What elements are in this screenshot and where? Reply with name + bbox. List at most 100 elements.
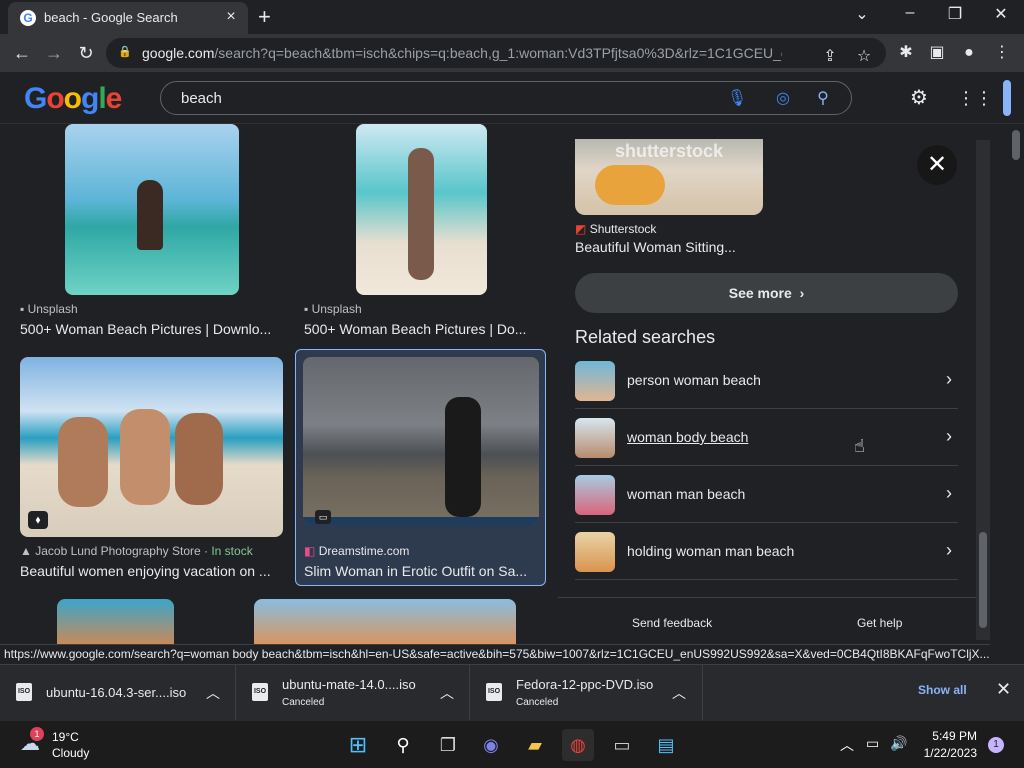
volume-icon[interactable]: 🔊 [890,735,907,752]
browser-toolbar: ← → ↻ 🔒 google.com/search?q=beach&tbm=is… [0,34,1024,72]
figure-shape [120,409,170,505]
result-source-2[interactable]: ▪ Unsplash [304,302,362,316]
tag-icon: ⬧ [28,511,48,529]
download-item[interactable]: ISO ubuntu-16.04.3-ser....iso ︿ [0,665,236,721]
preview-title[interactable]: Beautiful Woman Sitting... [575,239,875,255]
close-panel-icon[interactable]: ✕ [917,145,957,185]
related-item[interactable]: woman body beach › [575,410,958,466]
page-scrollbar-thumb[interactable] [1012,130,1020,160]
chevron-right-icon: › [946,540,952,560]
close-window-button[interactable]: ✕ [981,4,1021,24]
minimize-button[interactable]: – [890,4,930,22]
result-source-3[interactable]: ▲ Jacob Lund Photography Store · In stoc… [20,544,253,558]
chevron-right-icon: › [946,483,952,503]
figure-shape [58,417,108,507]
tab-search-icon[interactable]: ⌄ [842,4,882,24]
figure-shape [408,148,434,280]
share-icon[interactable]: ⇪ [818,45,842,69]
related-label: person woman beach [627,372,761,388]
search-icon[interactable]: ⚲ [387,729,419,761]
address-bar[interactable]: 🔒 google.com/search?q=beach&tbm=isch&chi… [106,38,886,68]
result-image-4[interactable]: ▭ [303,357,539,525]
profile-icon[interactable]: ● [957,41,981,65]
result-image-1[interactable] [65,124,239,295]
weather-badge: 1 [30,727,44,741]
teams-chat-icon[interactable]: ◉ [475,729,507,761]
chevron-up-icon[interactable]: ︿ [206,683,220,703]
result-source-4[interactable]: ◧ Dreamstime.com [304,544,409,558]
task-view-icon[interactable]: ❐ [432,729,464,761]
result-source-1[interactable]: ▪ Unsplash [20,302,78,316]
result-title-4[interactable]: Slim Woman in Erotic Outfit on Sa... [304,563,530,579]
back-icon[interactable]: ← [10,41,34,65]
settings-gear-icon[interactable]: ⚙ [907,86,931,110]
figure-shape [137,180,163,250]
close-downloads-icon[interactable]: ✕ [996,679,1011,700]
result-image-6[interactable] [254,599,516,644]
show-hidden-icons-chevron-icon[interactable]: ︿ [840,735,854,755]
related-item[interactable]: holding woman man beach › [575,524,958,580]
preview-image[interactable]: shutterstock [575,139,763,215]
related-item[interactable]: woman man beach › [575,467,958,523]
reload-icon[interactable]: ↻ [74,41,98,65]
account-button-edge[interactable] [1003,80,1011,116]
weather-temp[interactable]: 19°C [52,730,79,744]
tab-close-icon[interactable]: × [222,8,240,26]
url-text: google.com/search?q=beach&tbm=isch&chips… [142,45,782,61]
extensions-icon[interactable]: ✱ [894,41,918,65]
chevron-up-icon[interactable]: ︿ [672,683,686,703]
download-item[interactable]: ISO Fedora-12-ppc-DVD.iso Canceled ︿ [470,665,703,721]
terminal-icon[interactable]: ▭ [606,729,638,761]
restore-button[interactable]: ❐ [935,4,975,24]
download-item[interactable]: ISO ubuntu-mate-14.0....iso Canceled ︿ [236,665,470,721]
weather-desc[interactable]: Cloudy [52,746,89,760]
chevron-up-icon[interactable]: ︿ [440,683,454,703]
get-help-link[interactable]: Get help [857,616,902,630]
chrome-icon[interactable]: ◍ [562,729,594,761]
new-tab-button[interactable]: + [258,4,271,30]
tab-bar: G beach - Google Search × + ⌄ – ❐ ✕ [0,0,1024,34]
figure-shape [445,397,481,517]
voice-search-icon[interactable]: 🎙 [725,87,749,111]
iso-file-icon: ISO [16,683,32,701]
file-explorer-icon[interactable]: ▰ [519,729,551,761]
watermark-strip [303,517,539,525]
result-image-2[interactable] [356,124,487,295]
google-favicon-icon: G [20,10,36,26]
result-image-5[interactable] [57,599,174,644]
panel-divider [558,597,976,598]
related-item[interactable]: person woman beach › [575,353,958,409]
network-icon[interactable]: ▭ [866,735,879,752]
send-feedback-link[interactable]: Send feedback [632,616,712,630]
forward-icon[interactable]: → [42,41,66,65]
result-title-3[interactable]: Beautiful women enjoying vacation on ... [20,563,276,579]
result-title-2[interactable]: 500+ Woman Beach Pictures | Do... [304,321,530,337]
browser-tab[interactable]: G beach - Google Search × [8,2,248,34]
related-thumb [575,418,615,458]
related-thumb [575,532,615,572]
clock-date[interactable]: 1/22/2023 [920,746,977,760]
apps-grid-icon[interactable]: ⋮⋮ [957,86,993,110]
see-more-button[interactable]: See more › [575,273,958,313]
google-logo[interactable]: Google [24,82,122,116]
menu-kebab-icon[interactable]: ⋮ [990,41,1014,65]
bookmark-star-icon[interactable]: ☆ [852,45,876,69]
preview-source[interactable]: ◩ Shutterstock [575,222,656,236]
notification-badge[interactable]: 1 [988,737,1004,753]
notepad-icon[interactable]: ▤ [650,729,682,761]
search-icon[interactable]: ⚲ [811,87,835,111]
panel-scrollbar-thumb[interactable] [979,532,987,628]
result-title-1[interactable]: 500+ Woman Beach Pictures | Downlo... [20,321,276,337]
shutterstock-watermark: shutterstock [615,141,724,161]
show-all-downloads-button[interactable]: Show all [918,683,967,697]
side-panel-icon[interactable]: ▣ [925,41,949,65]
camera-lens-icon[interactable]: ◎ [771,87,795,111]
image-icon: ▭ [315,510,331,524]
result-image-3[interactable]: ⬧ [20,357,283,537]
download-name: ubuntu-mate-14.0....iso [282,677,416,692]
clock-time[interactable]: 5:49 PM [920,729,977,743]
page-scrollbar[interactable] [1008,124,1024,644]
search-box[interactable]: beach 🎙 ◎ ⚲ [160,81,852,115]
lock-icon: 🔒 [118,46,132,58]
windows-start-icon[interactable]: ⊞ [342,729,374,761]
